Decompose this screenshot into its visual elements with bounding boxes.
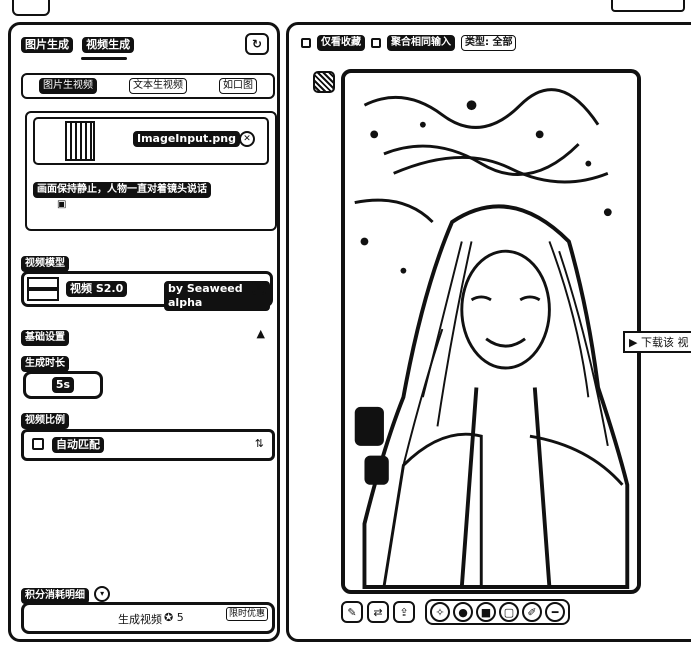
file-card: ImageInput.png ✕ xyxy=(33,117,269,165)
image-thumbnail xyxy=(65,121,95,161)
active-tab-indicator xyxy=(81,57,127,60)
filter-bar: 仅看收藏 聚合相同输入 类型: 全部 xyxy=(301,35,517,51)
tab-video-generation[interactable]: 视频生成 xyxy=(82,37,135,53)
trash-icon[interactable]: ✕ xyxy=(239,131,255,147)
regenerate-icon[interactable]: ⇄ xyxy=(367,601,389,623)
sub-tabs: 图片生视频 文本生视频 如口图 xyxy=(21,73,275,99)
upload-box[interactable]: ImageInput.png ✕ 画面保持静止，人物一直对着镜头说话 ▣ xyxy=(25,111,277,231)
pen-icon[interactable]: ✐ xyxy=(522,602,542,622)
filter-aggregate[interactable]: 聚合相同输入 xyxy=(387,35,455,51)
subtab-other[interactable]: 如口图 xyxy=(219,78,257,94)
image-icon[interactable]: ▣ xyxy=(57,199,66,210)
video-preview[interactable] xyxy=(341,69,641,594)
credit-detail-row[interactable]: 积分消耗明细 ▾ xyxy=(21,583,111,604)
top-right-button[interactable] xyxy=(611,0,685,12)
history-thumbnail[interactable] xyxy=(313,71,335,93)
checkbox-icon[interactable] xyxy=(371,38,381,48)
duration-value: 5s xyxy=(51,377,75,393)
left-panel: 图片生成 视频生成 ↻ 图片生视频 文本生视频 如口图 ImageInput.p… xyxy=(8,22,280,642)
edit-icon[interactable]: ✎ xyxy=(341,601,363,623)
more-icon[interactable]: ━ xyxy=(545,602,565,622)
chevron-down-icon: ▾ xyxy=(94,585,111,602)
model-section-label: 视频模型 xyxy=(21,251,69,272)
crop-icon[interactable]: ▢ xyxy=(499,602,519,622)
duration-text: 生成时长 xyxy=(21,356,69,372)
video-toolbar: ✎ ⇄ ⇪ ✧ ● ■ ▢ ✐ ━ xyxy=(341,599,570,625)
download-tooltip[interactable]: ▶ 下载该 视 xyxy=(623,331,691,353)
prompt-value: 画面保持静止，人物一直对着镜头说话 xyxy=(33,182,211,198)
ratio-text: 视频比例 xyxy=(21,413,69,429)
ratio-select[interactable]: 自动匹配 ⇅ xyxy=(21,429,275,461)
collapse-icon[interactable]: ▲ xyxy=(257,327,265,340)
model-name: 视频 S2.0 xyxy=(66,281,128,297)
ratio-label: 视频比例 xyxy=(21,408,69,429)
basic-settings-text: 基础设置 xyxy=(21,330,69,346)
model-thumbnail xyxy=(27,277,59,301)
promo-badge: 限时优惠 xyxy=(225,607,268,621)
model-section-text: 视频模型 xyxy=(21,256,69,272)
upload-icon[interactable]: ⇪ xyxy=(393,601,415,623)
checkbox-icon[interactable] xyxy=(301,38,311,48)
magic-icon[interactable]: ✧ xyxy=(430,602,450,622)
checkbox-icon xyxy=(32,438,44,450)
model-selector[interactable]: 视频 S2.0 by Seaweed alpha ⇅ xyxy=(21,271,273,311)
ratio-value: 自动匹配 xyxy=(52,437,104,453)
right-panel: 仅看收藏 聚合相同输入 类型: 全部 ▶ 下载该 视 ✎ ⇄ ⇪ ✧ ● ■ ▢… xyxy=(286,22,691,642)
video-image xyxy=(345,76,637,589)
top-tab-button[interactable] xyxy=(12,0,50,16)
square-icon[interactable]: ■ xyxy=(476,602,496,622)
basic-settings-label: 基础设置 xyxy=(21,325,69,346)
mode-tabs: 图片生成 视频生成 xyxy=(21,33,138,53)
prompt-text[interactable]: 画面保持静止，人物一直对着镜头说话 xyxy=(33,177,211,198)
duration-label: 生成时长 xyxy=(21,351,69,372)
tool-group: ✧ ● ■ ▢ ✐ ━ xyxy=(425,599,570,625)
file-name: ImageInput.png xyxy=(133,131,240,147)
filter-favorites[interactable]: 仅看收藏 xyxy=(317,35,365,51)
chevron-down-icon[interactable]: ⇅ xyxy=(252,281,266,295)
generate-button[interactable]: 生成视频 ✪ 5 限时优惠 xyxy=(21,602,275,634)
chevron-down-icon: ⇅ xyxy=(254,437,264,450)
tab-image-generation[interactable]: 图片生成 xyxy=(21,37,73,53)
credit-value: 5 xyxy=(176,611,184,624)
type-filter[interactable]: 类型: 全部 xyxy=(461,35,517,51)
circle-icon[interactable]: ● xyxy=(453,602,473,622)
subtab-text-to-video[interactable]: 文本生视频 xyxy=(129,78,187,94)
window-top-strip xyxy=(0,0,691,16)
duration-option[interactable]: 5s xyxy=(23,371,103,399)
subtab-image-to-video[interactable]: 图片生视频 xyxy=(39,78,97,94)
generate-label: 生成视频 xyxy=(118,613,162,626)
credit-count: ✪ 5 xyxy=(164,611,184,624)
refresh-icon[interactable]: ↻ xyxy=(245,33,269,55)
